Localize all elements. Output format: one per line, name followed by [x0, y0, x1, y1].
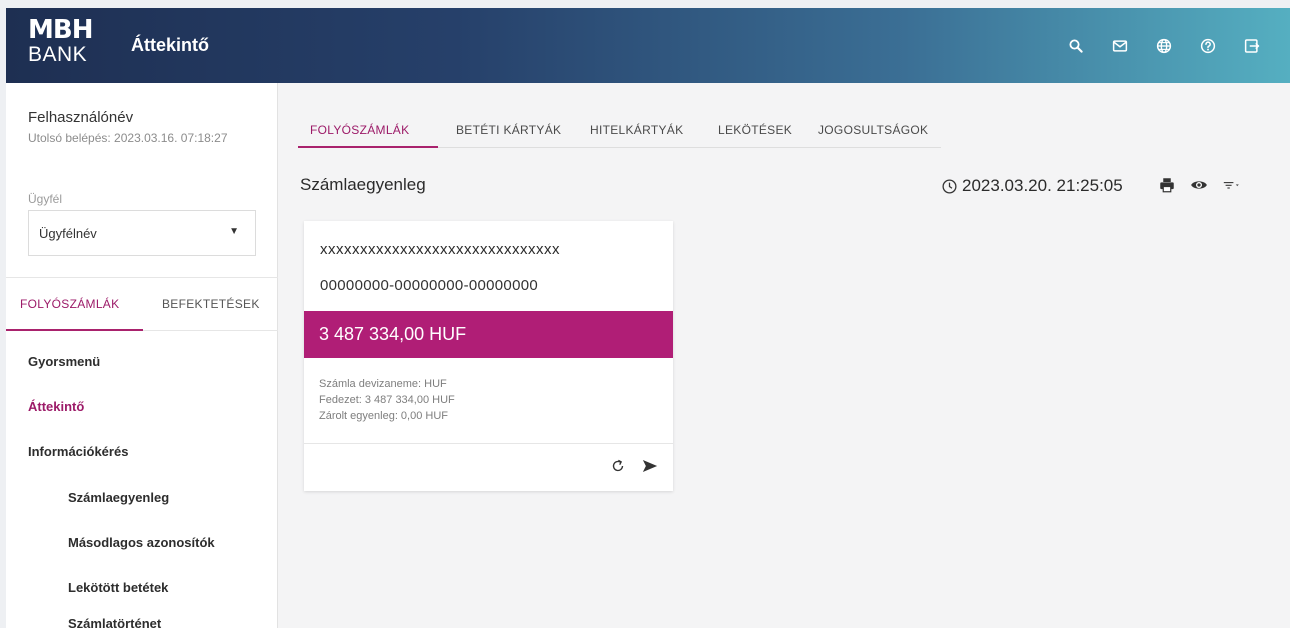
menu-item-secondary-ids[interactable]: Másodlagos azonosítók [68, 535, 215, 550]
mail-icon[interactable] [1108, 34, 1132, 58]
menu-item-account-history[interactable]: Számlatörténet [68, 616, 161, 628]
account-balance: 3 487 334,00 HUF [319, 324, 467, 344]
sidebar-tab-accounts[interactable]: FOLYÓSZÁMLÁK [20, 297, 119, 311]
menu-item-account-balance[interactable]: Számlaegyenleg [68, 490, 169, 505]
card-actions [609, 457, 659, 475]
account-name: xxxxxxxxxxxxxxxxxxxxxxxxxxxxxx [320, 241, 560, 258]
tab-credit-cards[interactable]: HITELKÁRTYÁK [590, 123, 683, 137]
account-blocked-balance: Zárolt egyenleg: 0,00 HUF [319, 410, 449, 422]
last-update: 2023.03.20. 21:25:05 [941, 176, 1123, 196]
logout-icon[interactable] [1240, 34, 1264, 58]
send-icon[interactable] [641, 457, 659, 475]
main-tabs: FOLYÓSZÁMLÁK BETÉTI KÁRTYÁK HITELKÁRTYÁK… [298, 107, 941, 148]
header-actions [1064, 34, 1264, 58]
menu-item-fixed-deposits[interactable]: Lekötött betétek [68, 580, 168, 595]
print-icon[interactable] [1158, 176, 1176, 194]
app-frame: MBH BANK Áttekintő Felhasználónév Utolsó… [6, 8, 1290, 628]
menu-item-quick-menu[interactable]: Gyorsmenü [28, 354, 100, 369]
menu-item-info-request[interactable]: Információkérés [28, 444, 128, 459]
sidebar: Felhasználónév Utolsó belépés: 2023.03.1… [6, 83, 278, 628]
globe-icon[interactable] [1152, 34, 1176, 58]
menu-item-overview[interactable]: Áttekintő [28, 399, 84, 414]
account-number: 00000000-00000000-00000000 [320, 277, 539, 294]
sidebar-tab-investments[interactable]: BEFEKTETÉSEK [162, 297, 260, 311]
last-login: Utolsó belépés: 2023.03.16. 07:18:27 [28, 131, 228, 145]
dropdown-arrow-icon: ▼ [229, 226, 239, 237]
bank-logo[interactable]: MBH BANK [28, 15, 93, 66]
tab-debit-cards[interactable]: BETÉTI KÁRTYÁK [456, 123, 561, 137]
account-details: Számla devizaneme: HUF Fedezet: 3 487 33… [319, 376, 455, 424]
refresh-icon[interactable] [609, 457, 627, 475]
account-card[interactable]: xxxxxxxxxxxxxxxxxxxxxxxxxxxxxx 00000000-… [304, 221, 673, 491]
client-select[interactable]: Ügyfélnév ▼ [28, 210, 256, 256]
divider [304, 443, 673, 444]
help-icon[interactable] [1196, 34, 1220, 58]
top-bar: MBH BANK Áttekintő [6, 8, 1290, 83]
sidebar-tabs: FOLYÓSZÁMLÁK BEFEKTETÉSEK [6, 278, 278, 331]
toolbar [1158, 176, 1240, 194]
eye-icon[interactable] [1190, 176, 1208, 194]
user-name: Felhasználónév [28, 109, 134, 126]
filter-icon[interactable] [1222, 176, 1240, 194]
account-coverage: Fedezet: 3 487 334,00 HUF [319, 394, 455, 406]
active-tab-indicator [6, 329, 143, 331]
account-currency: Számla devizaneme: HUF [319, 378, 447, 390]
page-title: Áttekintő [131, 35, 209, 55]
clock-icon [941, 178, 958, 195]
section-title: Számlaegyenleg [300, 175, 426, 194]
tab-current-accounts[interactable]: FOLYÓSZÁMLÁK [310, 123, 409, 137]
logo-text: BANK [28, 43, 88, 66]
client-select-value: Ügyfélnév [39, 226, 97, 241]
logo-mark: MBH [28, 15, 93, 45]
client-label: Ügyfél [28, 192, 63, 206]
tab-deposits[interactable]: LEKÖTÉSEK [718, 123, 792, 137]
search-icon[interactable] [1064, 34, 1088, 58]
active-tab-indicator [298, 146, 438, 148]
timestamp-text: 2023.03.20. 21:25:05 [962, 176, 1123, 195]
balance-band: 3 487 334,00 HUF [304, 311, 673, 358]
tab-permissions[interactable]: JOGOSULTSÁGOK [818, 123, 928, 137]
